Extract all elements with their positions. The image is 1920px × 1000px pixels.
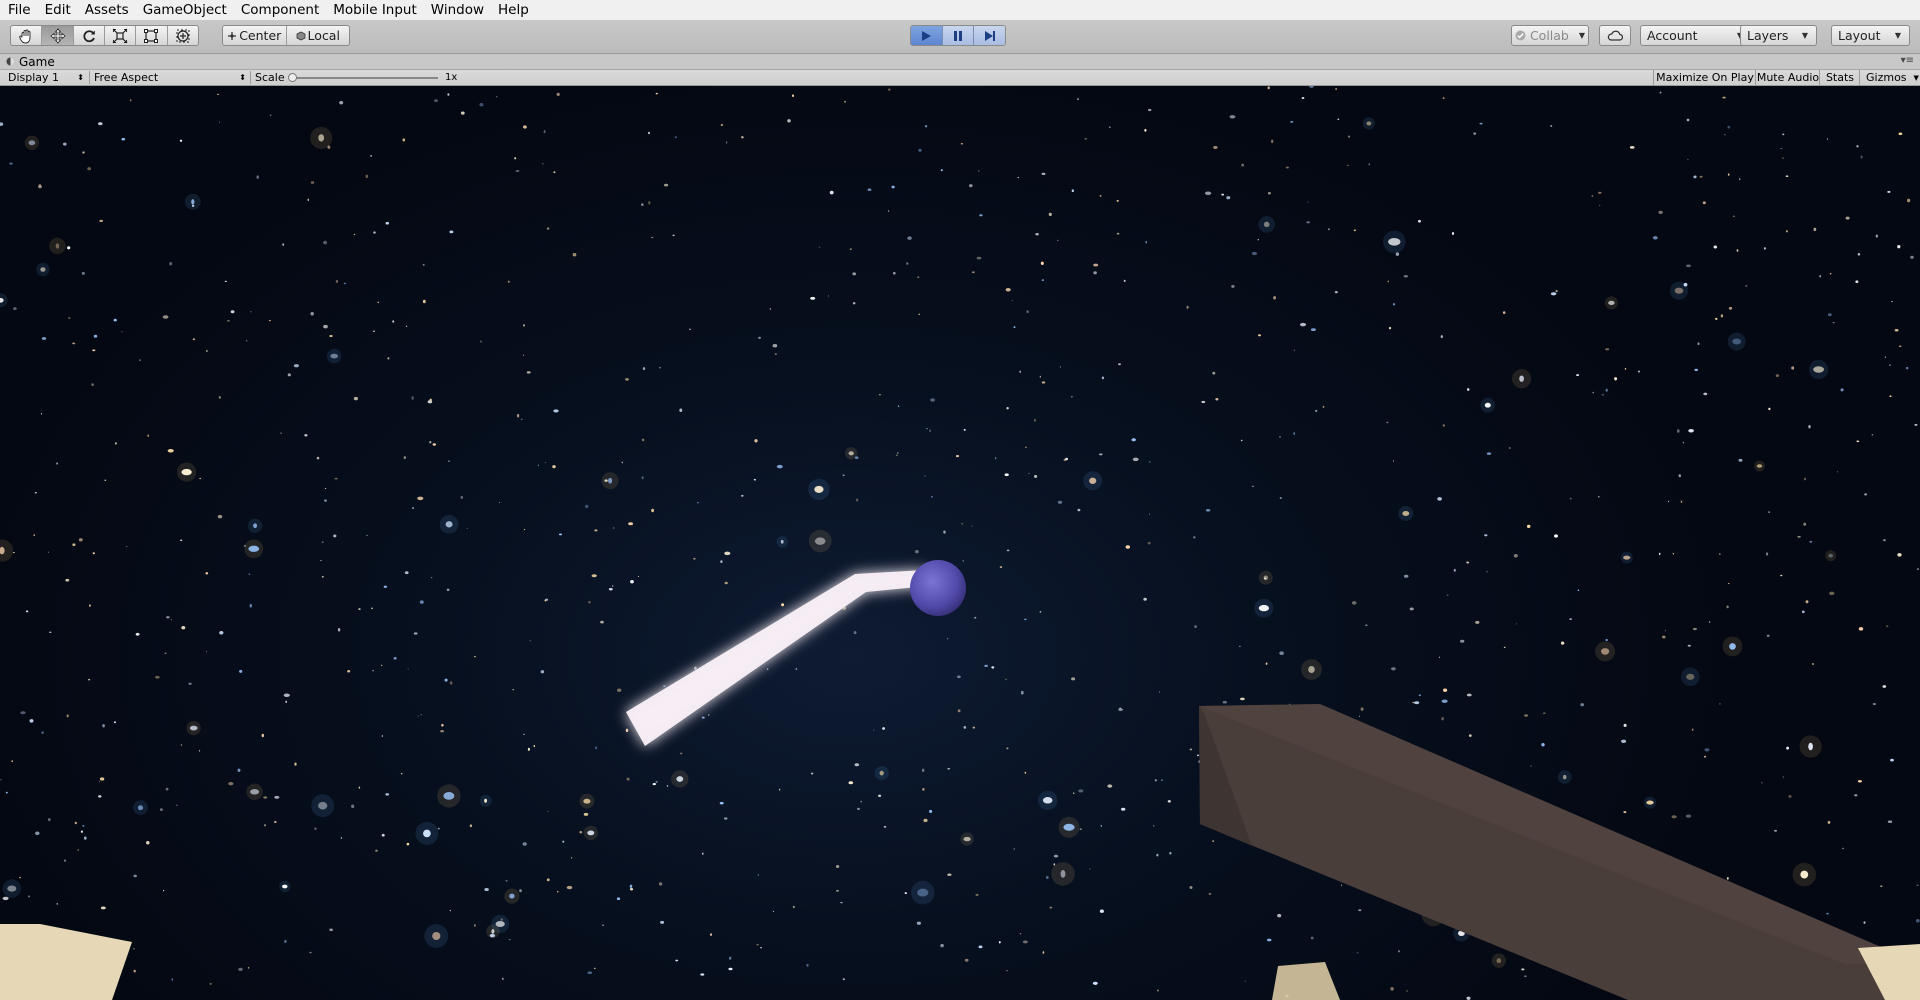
layers-caret-icon: ▼ (1801, 31, 1808, 40)
display-updown-icon: ⬍ (77, 73, 84, 82)
scale-tool-button[interactable] (105, 26, 137, 45)
hand-icon (19, 29, 31, 44)
scale-icon (112, 28, 128, 43)
account-dropdown[interactable]: Account ▼ (1640, 25, 1752, 46)
cloud-icon (1607, 30, 1623, 41)
game-tab-label: Game (19, 54, 55, 69)
purple-sphere (910, 560, 966, 616)
transform-tool-icon (176, 29, 190, 42)
game-view-icon (6, 57, 15, 66)
separator (89, 71, 90, 84)
scale-value: 1x (445, 72, 458, 83)
move-tool-button[interactable] (42, 26, 74, 45)
collab-label: Collab (1529, 28, 1569, 43)
menu-edit[interactable]: Edit (38, 0, 78, 20)
scale-slider-track[interactable] (292, 77, 438, 79)
brown-block (1199, 704, 1920, 1000)
tab-options-icon[interactable]: ▾≡ (1901, 54, 1914, 67)
tan-block-left (0, 924, 132, 1000)
transform-tool-button[interactable] (168, 26, 198, 45)
aspect-label: Free Aspect (94, 71, 159, 84)
rotate-tool-button[interactable] (74, 26, 105, 45)
cloud-services-button[interactable] (1599, 25, 1631, 46)
pivot-local-button[interactable]: Local (285, 26, 350, 45)
collab-button[interactable]: Collab ▼ (1511, 25, 1589, 46)
gizmos-caret-icon: ▼ (1913, 73, 1919, 82)
step-icon (984, 30, 995, 41)
menu-window[interactable]: Window (424, 0, 491, 20)
layout-dropdown[interactable]: Layout ▼ (1831, 25, 1910, 46)
play-button[interactable] (911, 26, 942, 45)
rotate-icon (83, 29, 95, 42)
rect-tool-icon (144, 28, 159, 43)
scale-slider-handle[interactable] (288, 73, 297, 82)
game-tab-bar: Game ▾≡ (0, 54, 1920, 70)
hand-tool-button[interactable] (11, 26, 43, 45)
pause-button[interactable] (941, 26, 974, 45)
pivot-center-button[interactable]: Center (223, 26, 286, 45)
pivot-toggle-group: Center Local (222, 25, 350, 46)
layers-dropdown[interactable]: Layers ▼ (1740, 25, 1817, 46)
separator (250, 71, 251, 84)
collab-caret-icon: ▼ (1578, 31, 1586, 40)
gizmos-dropdown[interactable]: Gizmos ▼ (1859, 70, 1920, 85)
transform-tools (10, 25, 199, 46)
layout-caret-icon: ▼ (1894, 31, 1901, 40)
pivot-center-icon (228, 31, 237, 40)
pause-icon (954, 30, 962, 41)
account-label: Account (1647, 28, 1698, 43)
stats-toggle[interactable]: Stats (1819, 70, 1860, 85)
scale-label: Scale (255, 71, 285, 84)
white-beam (626, 570, 928, 746)
tan-block-bottom (1272, 962, 1340, 1000)
maximize-on-play-toggle[interactable]: Maximize On Play (1653, 70, 1756, 85)
toolbar: Center Local Collab ▼ Account ▼ Layers ▼… (0, 20, 1920, 54)
display-dropdown[interactable]: Display 1 ⬍ (8, 70, 84, 85)
local-rotation-icon (296, 31, 305, 40)
layers-label: Layers (1747, 28, 1789, 43)
game-viewport[interactable] (0, 86, 1920, 1000)
menu-mobile-input[interactable]: Mobile Input (326, 0, 424, 20)
menu-assets[interactable]: Assets (78, 0, 136, 20)
game-view-controls: Display 1 ⬍ Free Aspect ⬍ Scale 1x Maxim… (0, 70, 1920, 86)
menu-file[interactable]: File (0, 0, 38, 20)
menu-bar: File Edit Assets GameObject Component Mo… (0, 0, 1920, 20)
pivot-center-label: Center (239, 28, 282, 43)
play-icon (922, 30, 932, 41)
menu-help[interactable]: Help (491, 0, 536, 20)
step-button[interactable] (973, 26, 1005, 45)
mute-audio-toggle[interactable]: Mute Audio (1755, 70, 1820, 85)
move-icon (49, 27, 66, 44)
menu-gameobject[interactable]: GameObject (136, 0, 234, 20)
aspect-dropdown[interactable]: Free Aspect ⬍ (94, 70, 246, 85)
layout-label: Layout (1838, 28, 1881, 43)
aspect-updown-icon: ⬍ (239, 73, 246, 82)
scene-objects (0, 560, 1920, 1000)
game-tab[interactable]: Game (6, 54, 55, 69)
rect-tool-button[interactable] (136, 26, 168, 45)
gizmos-label: Gizmos (1866, 71, 1907, 84)
checkmark-icon (1515, 30, 1526, 41)
menu-component[interactable]: Component (234, 0, 326, 20)
pivot-local-label: Local (307, 28, 340, 43)
display-label: Display 1 (8, 71, 60, 84)
play-controls (910, 25, 1006, 46)
